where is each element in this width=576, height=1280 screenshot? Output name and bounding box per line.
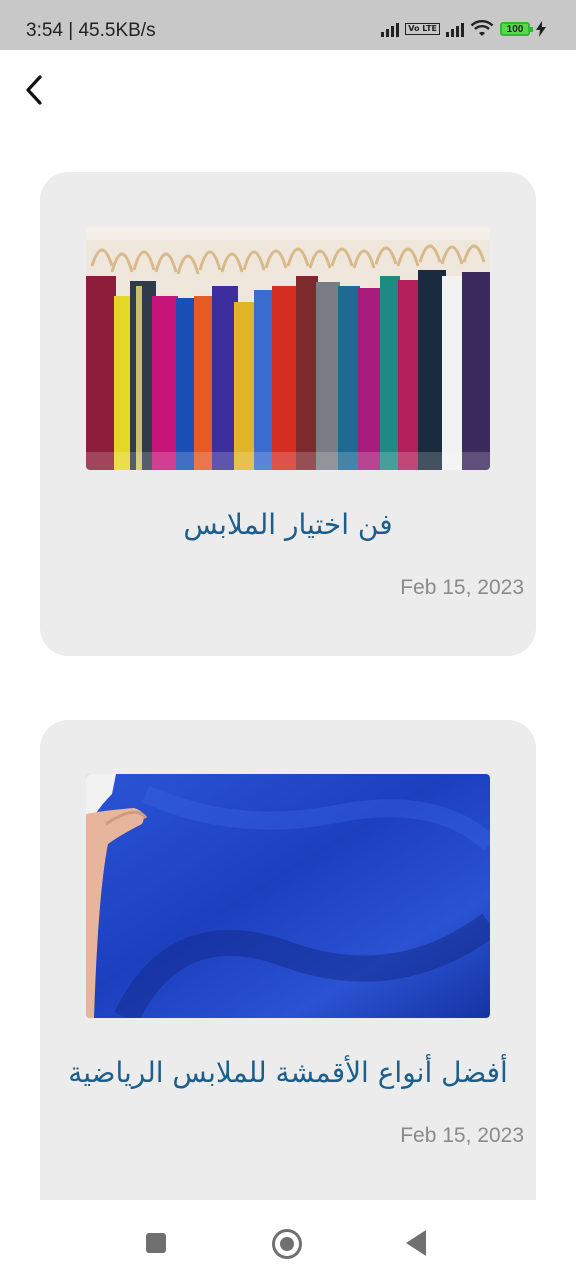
charging-icon	[536, 21, 546, 37]
article-card[interactable]: أفضل أنواع الأقمشة للملابس الرياضية Feb …	[40, 720, 536, 1200]
signal-icon	[381, 21, 400, 37]
status-bar: 3:54 | 45.5KB/s Vo LTE 100	[0, 0, 576, 50]
volte-badge: Vo LTE	[405, 23, 440, 35]
signal-icon-2	[446, 21, 464, 37]
circle-icon[interactable]	[272, 1229, 302, 1259]
status-icons: Vo LTE 100	[381, 20, 546, 38]
article-title[interactable]: أفضل أنواع الأقمشة للملابس الرياضية	[40, 1056, 536, 1089]
article-date: Feb 15, 2023	[400, 1124, 524, 1147]
status-time-speed: 3:54 | 45.5KB/s	[26, 20, 156, 41]
article-date: Feb 15, 2023	[400, 576, 524, 599]
back-button[interactable]	[18, 72, 54, 108]
battery-icon: 100	[500, 22, 533, 36]
square-icon[interactable]	[146, 1233, 166, 1253]
triangle-back-icon[interactable]	[406, 1230, 426, 1256]
blue-fabric-image	[86, 774, 490, 1018]
wifi-icon	[470, 20, 494, 36]
system-nav-bar	[0, 1200, 576, 1280]
clothes-on-hangers-image	[86, 226, 490, 470]
article-title[interactable]: فن اختيار الملابس	[40, 508, 536, 541]
article-card[interactable]: فن اختيار الملابس Feb 15, 2023	[40, 172, 536, 656]
chevron-left-icon	[26, 75, 42, 105]
